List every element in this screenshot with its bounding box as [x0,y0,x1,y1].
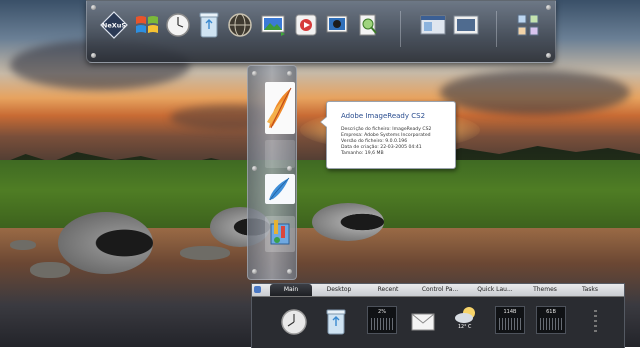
stack-screw-icon [287,269,292,274]
disk-meter[interactable]: 61B [536,306,566,334]
disk-meter-value: 61B [546,309,556,315]
weather-temperature: 12° C [458,325,472,330]
wallpaper-rock [30,262,70,278]
tab-control-panel[interactable]: Control Pa... [415,284,465,296]
tooltip-version: Versão do ficheiro: 9.0.0.196 [341,139,408,144]
photoshop-feather-icon[interactable] [265,174,295,204]
screenshot-icon[interactable] [451,10,481,40]
stack-screw-icon [252,166,257,171]
dock-scroll-handle[interactable] [594,310,597,334]
wallpaper-rock [10,240,36,250]
top-dock: NeXuS [86,0,556,63]
tooltip-title: Adobe ImageReady CS2 [341,112,426,120]
clock-icon[interactable] [278,306,310,338]
dock-separator [400,11,401,47]
tab-recent[interactable]: Recent [368,284,408,296]
tabbed-dock: Main Desktop Recent Control Pa... Quick … [251,283,625,348]
photo-viewer-icon[interactable] [258,10,288,40]
tab-main[interactable]: Main [270,284,312,296]
stack-screw-icon [252,269,257,274]
svg-text:NeXuS: NeXuS [102,22,126,30]
media-player-icon[interactable] [291,10,321,40]
tooltip-created-date: Data de criação: 22-03-2005 04:41 [341,145,422,150]
dock-screw-icon [91,53,96,58]
stack-screw-icon [252,71,257,76]
wallpaper-culvert [58,212,153,274]
stack-empty-slot [265,140,295,168]
tab-bar: Main Desktop Recent Control Pa... Quick … [252,284,624,297]
file-info-tooltip: Adobe ImageReady CS2 Descrição do fichei… [320,101,456,169]
recycle-bin-icon[interactable] [194,10,224,40]
dock-screw-icon [546,53,551,58]
recycle-bin-icon[interactable] [320,306,352,338]
dock-separator [496,11,497,47]
globe-icon[interactable] [225,10,255,40]
windows-start-icon[interactable] [132,10,162,40]
dock-screw-icon [91,5,96,10]
icon-stack [247,65,297,280]
memory-meter-bars [499,318,521,330]
wallpaper-rock [180,246,230,260]
nexus-logo-icon[interactable]: NeXuS [99,10,129,40]
imageready-feather-icon[interactable] [265,82,295,134]
tooltip-arrow [321,117,327,127]
cpu-meter-bars [371,318,393,330]
wallpaper-cloud [440,70,630,115]
weather-icon[interactable] [450,304,482,326]
paint-tools-icon[interactable] [265,216,295,252]
cpu-meter-value: 2% [378,309,386,315]
memory-meter[interactable]: 114B [495,306,525,334]
clock-icon[interactable] [163,10,193,40]
tab-quick-launch[interactable]: Quick Lau... [470,284,520,296]
mail-icon[interactable] [407,306,439,338]
tab-tasks[interactable]: Tasks [572,284,608,296]
tooltip-size: Tamanho: 19,6 MB [341,151,384,156]
file-search-icon[interactable] [353,10,383,40]
stack-screw-icon [287,71,292,76]
cpu-meter[interactable]: 2% [367,306,397,334]
wallpaper-culvert [312,203,384,241]
dock-menu-icon[interactable] [254,286,261,293]
settings-icon[interactable] [513,10,543,40]
tooltip-company: Empresa: Adobe Systems Incorporated [341,133,431,138]
tab-themes[interactable]: Themes [524,284,566,296]
dock-screw-icon [546,5,551,10]
memory-meter-value: 114B [503,309,517,315]
tooltip-description: Descrição do ficheiro: ImageReady CS2 [341,127,432,132]
disk-meter-bars [540,318,562,330]
image-editor-icon[interactable] [322,10,352,40]
tab-desktop[interactable]: Desktop [318,284,360,296]
window-manager-icon[interactable] [418,10,448,40]
